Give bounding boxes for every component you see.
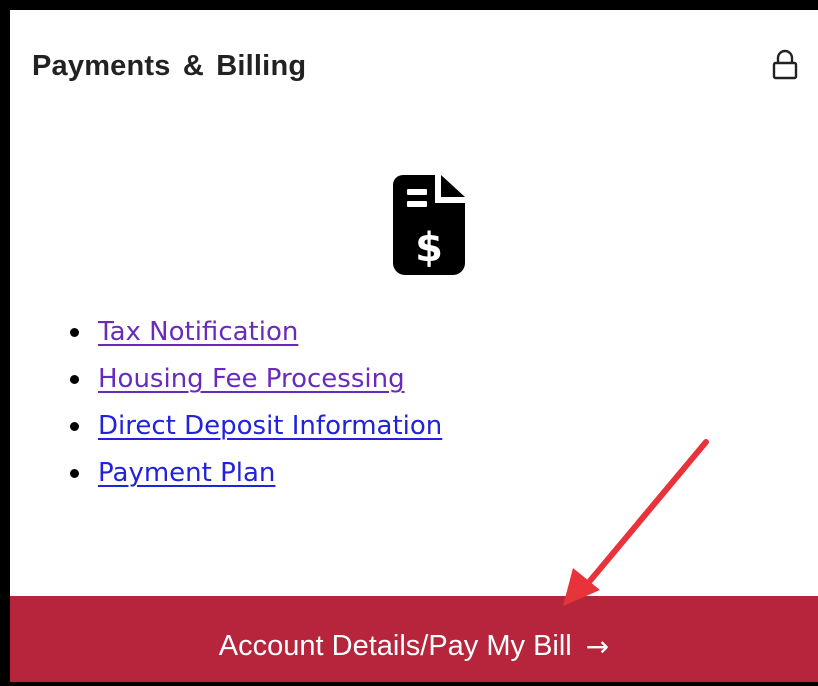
cta-label: Account Details/Pay My Bill [218,629,572,662]
list-item: Tax Notification [70,312,442,359]
housing-fee-processing-link[interactable]: Housing Fee Processing [98,364,405,394]
payments-billing-card: Payments & Billing $ Tax Notification Ho… [0,0,818,686]
bullet [70,328,79,337]
arrow-right-icon: → [585,629,610,663]
bullet [70,469,79,478]
list-item: Payment Plan [70,453,442,500]
direct-deposit-information-link[interactable]: Direct Deposit Information [98,411,442,441]
list-item: Direct Deposit Information [70,406,442,453]
bullet [70,375,79,384]
tax-notification-link[interactable]: Tax Notification [98,317,298,347]
list-item: Housing Fee Processing [70,359,442,406]
payment-plan-link[interactable]: Payment Plan [98,458,275,488]
invoice-dollar-icon: $ [393,175,465,275]
billing-links-list: Tax Notification Housing Fee Processing … [70,312,442,500]
svg-text:$: $ [415,225,443,271]
bullet [70,422,79,431]
card-header: Payments & Billing [32,49,798,90]
card-title: Payments & Billing [32,50,307,82]
account-details-pay-bill-button[interactable]: Account Details/Pay My Bill → [10,596,818,682]
lock-icon [770,48,800,82]
